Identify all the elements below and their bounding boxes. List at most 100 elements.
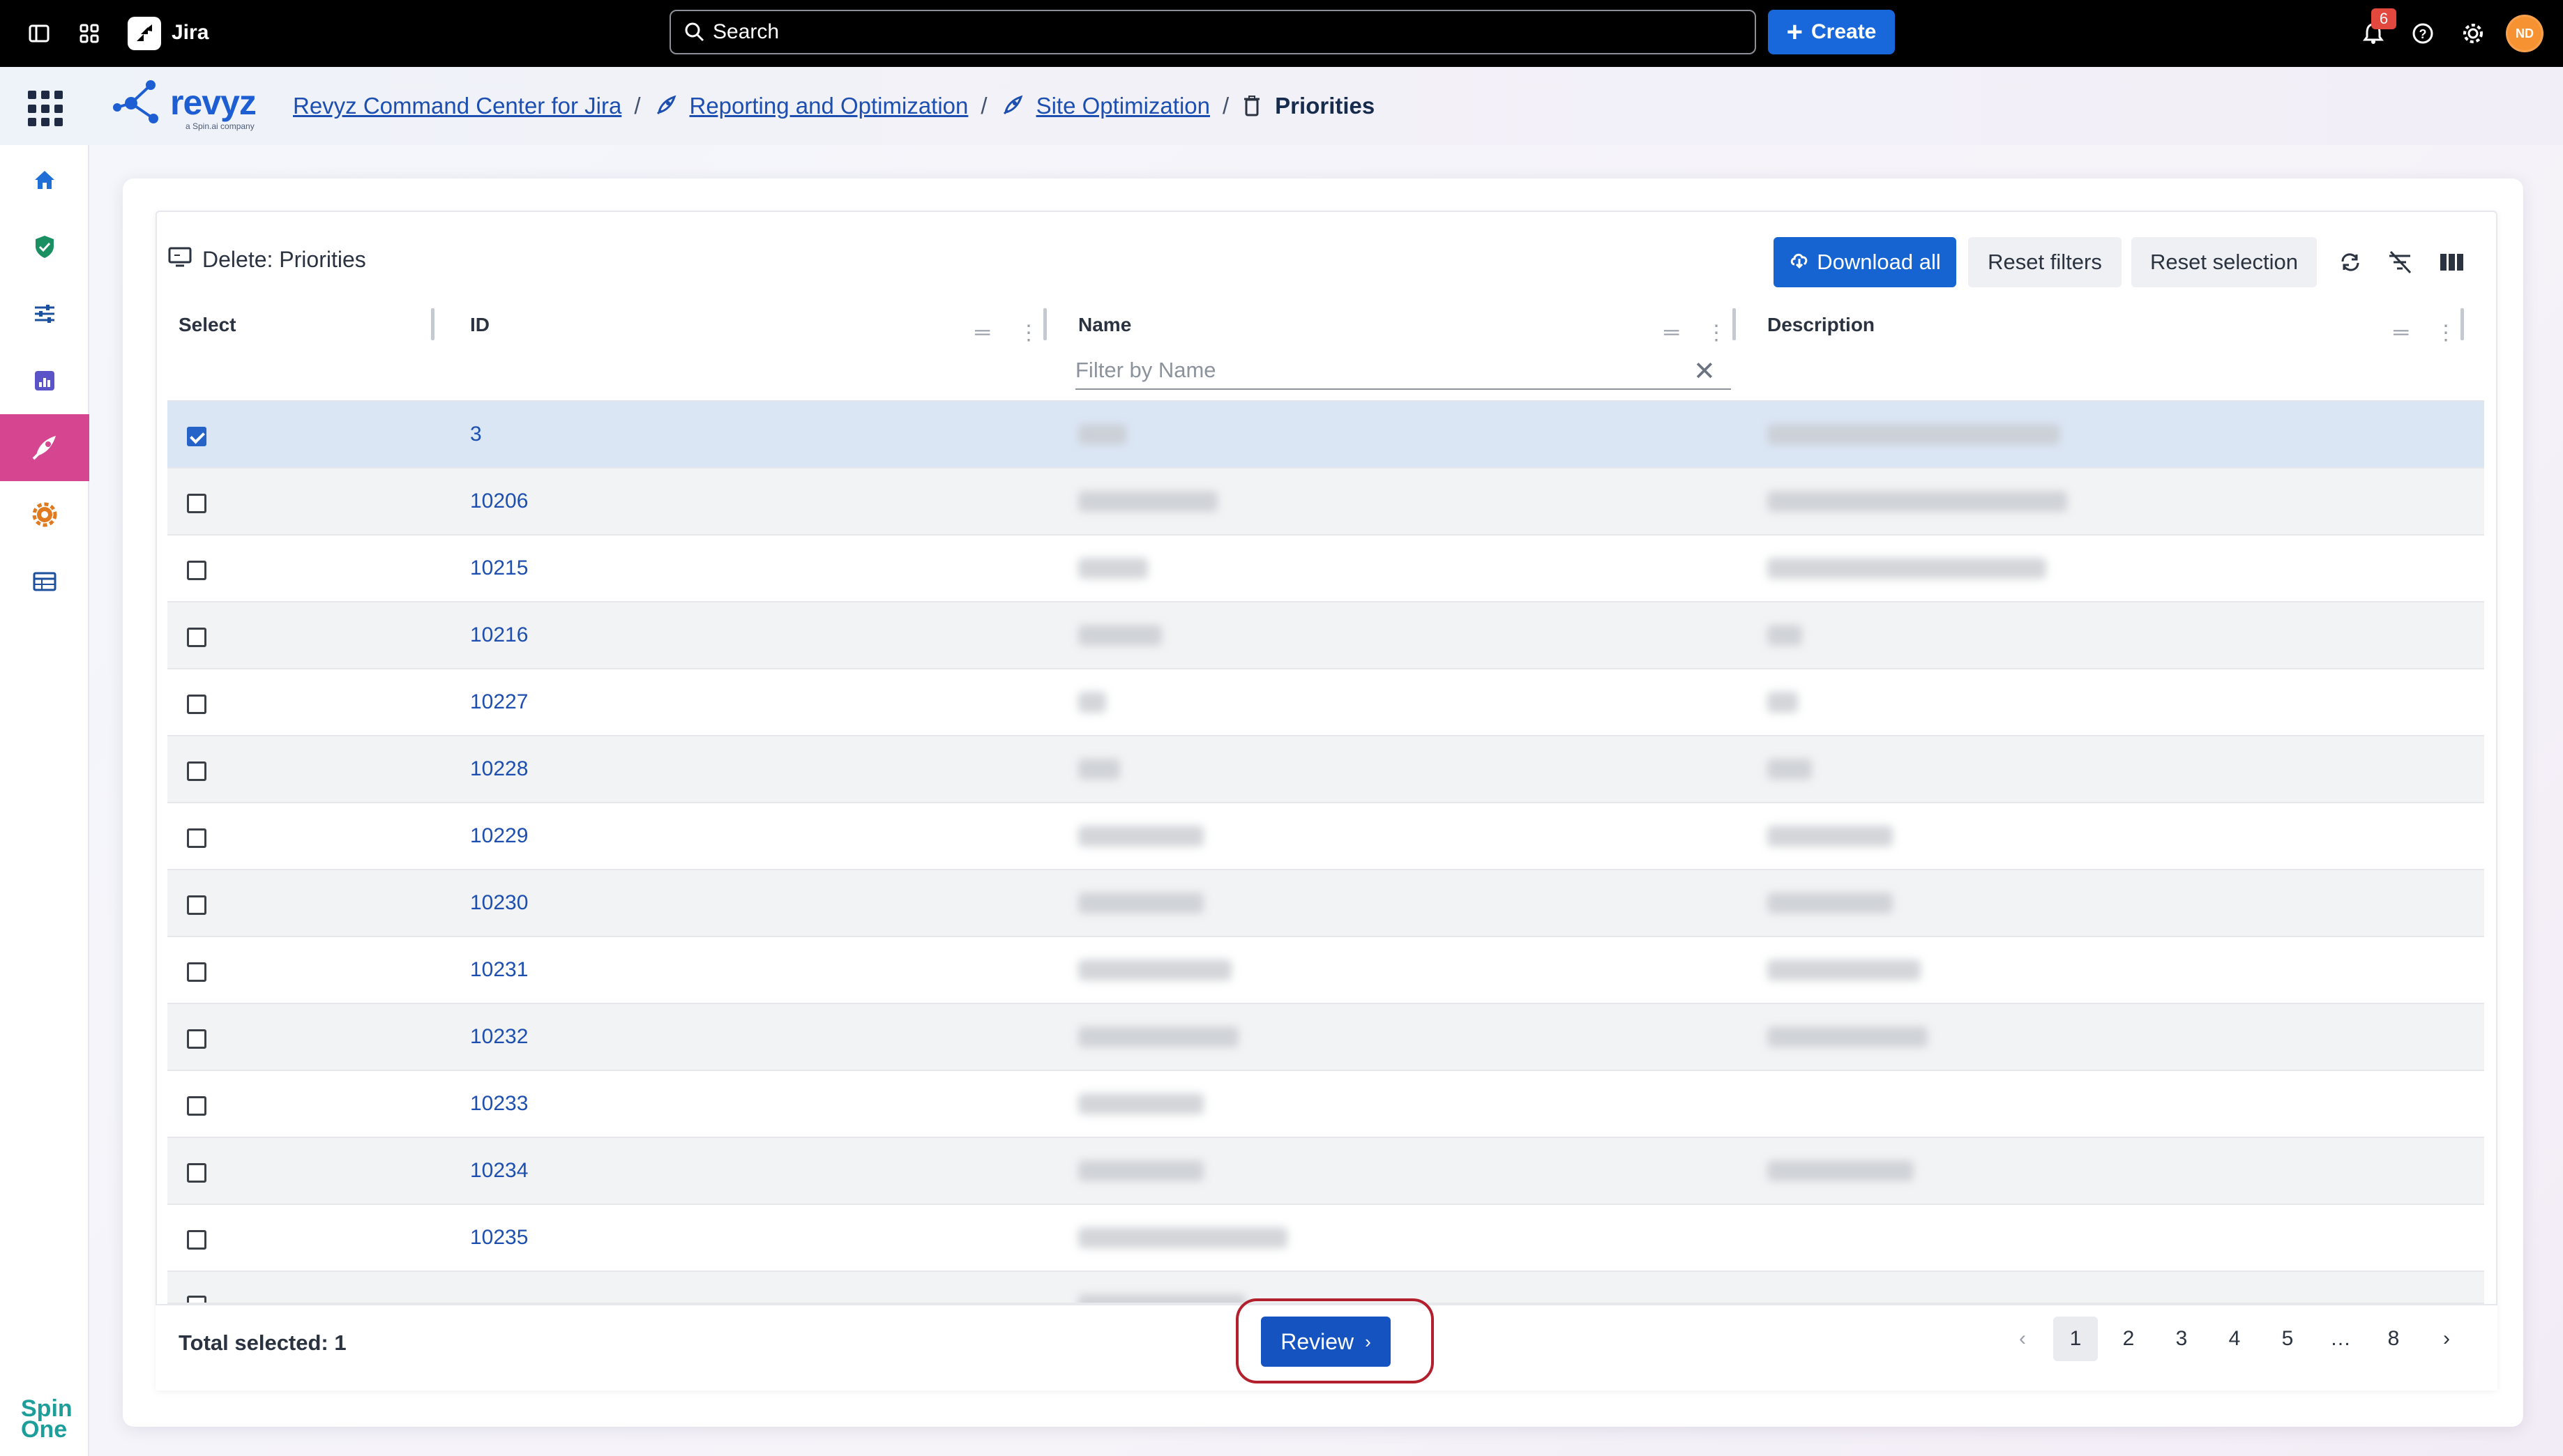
table-row[interactable]: 10231 [167, 937, 2484, 1004]
settings-gear-icon[interactable] [2459, 20, 2487, 47]
row-checkbox[interactable] [187, 561, 206, 580]
column-menu-icon[interactable]: ⋮ [1018, 321, 1039, 345]
plus-icon: + [1786, 17, 1803, 47]
row-checkbox[interactable] [187, 1296, 206, 1303]
table-row[interactable]: 10234 [167, 1138, 2484, 1205]
reset-selection-button[interactable]: Reset selection [2131, 237, 2317, 287]
blurred-description [1767, 1026, 1928, 1047]
table-row[interactable]: 10235 [167, 1205, 2484, 1272]
columns-icon[interactable] [2437, 247, 2467, 278]
row-id-link[interactable]: 10228 [470, 757, 528, 781]
page-button-2[interactable]: 2 [2106, 1317, 2151, 1361]
page-button-4[interactable]: 4 [2212, 1317, 2257, 1361]
row-id-link[interactable]: 10227 [470, 690, 528, 714]
column-resize-handle[interactable] [431, 308, 434, 340]
revyz-wordmark: revyz [170, 83, 257, 122]
drag-handle-icon[interactable]: ═ [1664, 321, 1679, 344]
spinone-logo: Spin One [21, 1395, 73, 1443]
row-id-link[interactable]: 10233 [470, 1092, 528, 1116]
sidebar-item-configuration[interactable] [0, 481, 89, 548]
review-button[interactable]: Review › [1261, 1317, 1391, 1367]
reset-filters-button[interactable]: Reset filters [1968, 237, 2122, 287]
column-menu-icon[interactable]: ⋮ [1706, 321, 1727, 345]
row-checkbox[interactable] [187, 427, 206, 446]
row-id-link[interactable]: 10215 [470, 556, 528, 580]
drag-handle-icon[interactable]: ═ [2394, 321, 2408, 344]
sidebar-item-settings-sliders[interactable] [0, 280, 89, 347]
apps-grid-icon[interactable] [28, 91, 64, 127]
user-avatar[interactable]: ND [2506, 15, 2543, 52]
row-checkbox[interactable] [187, 761, 206, 781]
row-checkbox[interactable] [187, 962, 206, 982]
row-checkbox[interactable] [187, 1096, 206, 1116]
refresh-icon[interactable] [2335, 247, 2366, 278]
create-button[interactable]: + Create [1768, 10, 1895, 54]
table-row[interactable]: 10216 [167, 602, 2484, 669]
table-row[interactable]: 10215 [167, 536, 2484, 602]
row-checkbox[interactable] [187, 494, 206, 513]
row-id-link[interactable]: 10216 [470, 623, 528, 647]
next-page-chevron-icon[interactable]: › [2424, 1317, 2469, 1361]
column-menu-icon[interactable]: ⋮ [2435, 321, 2456, 345]
page-button-8[interactable]: 8 [2371, 1317, 2416, 1361]
app-name[interactable]: Jira [172, 21, 209, 45]
clear-filter-x-icon[interactable]: ✕ [1693, 356, 1716, 387]
table-row[interactable]: 10228 [167, 736, 2484, 803]
name-filter-input[interactable]: Filter by Name [1075, 352, 1731, 390]
row-checkbox[interactable] [187, 1163, 206, 1183]
column-header-select[interactable]: Select [179, 314, 236, 336]
page-button-1[interactable]: 1 [2053, 1317, 2098, 1361]
table-row[interactable]: 10227 [167, 669, 2484, 736]
clear-filter-icon[interactable] [2385, 247, 2416, 278]
download-all-button[interactable]: Download all [1774, 237, 1956, 287]
prev-page-chevron-icon[interactable]: ‹ [2000, 1317, 2045, 1361]
breadcrumb-site-optimization[interactable]: Site Optimization [1036, 93, 1210, 119]
row-id-link[interactable]: 10230 [470, 891, 528, 915]
sidebar-item-tables[interactable] [0, 548, 89, 615]
row-id-link[interactable]: 10235 [470, 1226, 528, 1250]
column-header-description[interactable]: Description [1767, 314, 1875, 336]
row-checkbox[interactable] [187, 695, 206, 714]
row-id-link[interactable]: 10231 [470, 958, 528, 982]
table-row[interactable]: 10232 [167, 1004, 2484, 1071]
column-header-name[interactable]: Name [1078, 314, 1131, 336]
column-resize-handle[interactable] [1732, 308, 1736, 340]
drag-handle-icon[interactable]: ═ [975, 321, 990, 344]
row-id-link[interactable]: 10234 [470, 1159, 528, 1183]
row-checkbox[interactable] [187, 628, 206, 647]
page-button-5[interactable]: 5 [2265, 1317, 2310, 1361]
row-id-link[interactable]: 3 [470, 423, 482, 446]
breadcrumb-command-center[interactable]: Revyz Command Center for Jira [293, 93, 621, 119]
app-switcher-icon[interactable] [75, 20, 103, 47]
search-input[interactable]: Search [670, 10, 1756, 54]
cloud-download-icon [1789, 249, 1810, 275]
sidebar-item-security[interactable] [0, 213, 89, 280]
row-checkbox[interactable] [187, 828, 206, 848]
sidebar-item-reports[interactable] [0, 347, 89, 414]
row-checkbox[interactable] [187, 895, 206, 915]
column-resize-handle[interactable] [1043, 308, 1047, 340]
trash-icon [1241, 94, 1262, 118]
breadcrumb: Revyz Command Center for Jira / Reportin… [293, 93, 1375, 119]
row-id-link[interactable]: 10229 [470, 824, 528, 848]
jira-logo-icon[interactable] [128, 17, 161, 50]
row-id-link[interactable]: 10232 [470, 1025, 528, 1049]
report-chart-icon [35, 371, 54, 390]
table-row[interactable]: 10206 [167, 469, 2484, 536]
table-row[interactable]: 10230 [167, 870, 2484, 937]
sidebar-item-optimization[interactable] [0, 414, 89, 481]
row-id-link[interactable]: 10206 [470, 490, 528, 513]
breadcrumb-reporting[interactable]: Reporting and Optimization [690, 93, 969, 119]
table-row[interactable]: 10229 [167, 803, 2484, 870]
sidebar-item-home[interactable] [0, 146, 89, 213]
column-resize-handle[interactable] [2460, 308, 2464, 340]
help-icon[interactable]: ? [2409, 20, 2437, 47]
column-header-id[interactable]: ID [470, 314, 490, 336]
search-placeholder: Search [713, 20, 780, 43]
table-row[interactable]: 10233 [167, 1071, 2484, 1138]
table-row[interactable]: 3 [167, 402, 2484, 469]
row-checkbox[interactable] [187, 1029, 206, 1049]
sidebar-toggle-icon[interactable] [25, 20, 53, 47]
row-checkbox[interactable] [187, 1230, 206, 1250]
page-button-3[interactable]: 3 [2159, 1317, 2204, 1361]
